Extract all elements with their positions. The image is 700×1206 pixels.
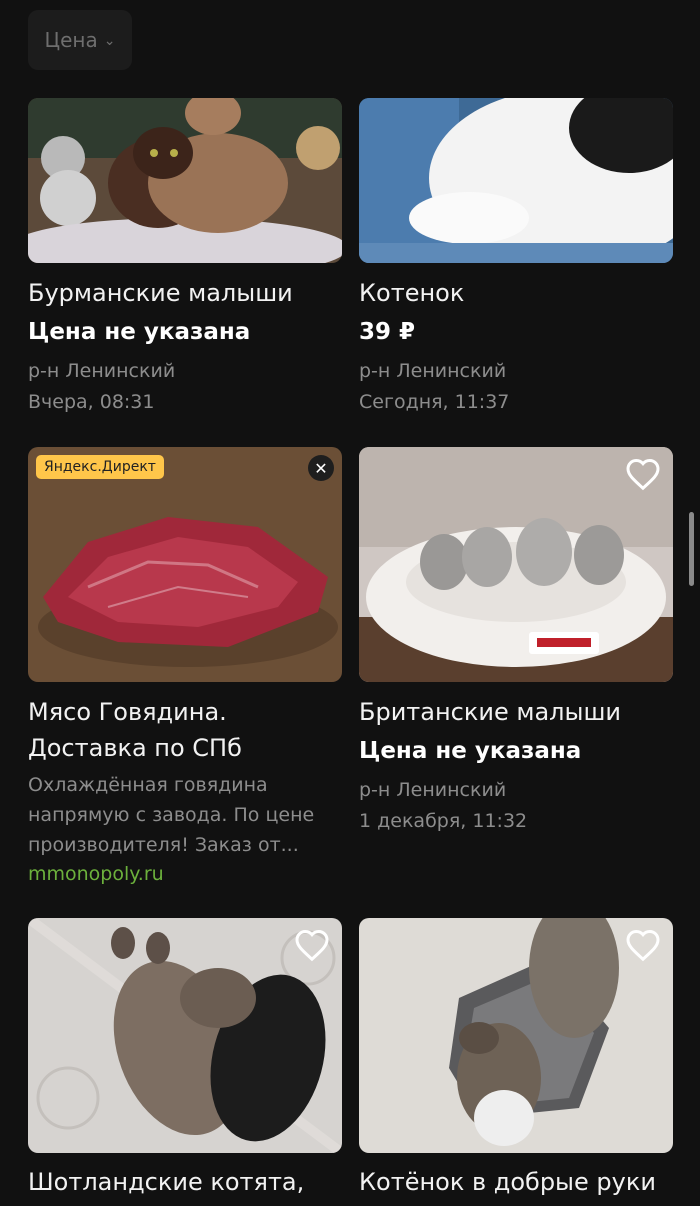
listing-price: 39 ₽ [359, 319, 416, 345]
listing-date: 1 декабря, 11:32 [359, 810, 528, 832]
listing-date: Вчера, 08:31 [28, 391, 155, 413]
ad-title-line2[interactable]: Доставка по СПб [28, 730, 242, 766]
listing-price: Цена не указана [359, 738, 582, 764]
listing-photo[interactable] [28, 918, 342, 1153]
ad-card[interactable]: Яндекс.Директ ✕ Мясо Говядина. Доставка … [28, 447, 342, 887]
close-icon[interactable]: ✕ [308, 455, 334, 481]
listing-card[interactable]: Шотландские котята, [28, 918, 342, 1206]
listing-title[interactable]: Бурманские малыши [28, 275, 293, 311]
chevron-down-icon: ⌄ [103, 33, 116, 49]
ad-description-line3: производителя! Заказ от... [28, 834, 299, 856]
heart-icon[interactable] [294, 928, 330, 962]
ad-badge: Яндекс.Директ [36, 455, 164, 479]
listing-photo[interactable] [359, 98, 673, 263]
listing-title[interactable]: Котенок [359, 275, 464, 311]
price-filter-label: Цена [44, 28, 98, 52]
listing-photo[interactable] [28, 98, 342, 263]
heart-icon[interactable] [625, 457, 661, 491]
ad-description-line1: Охлаждённая говядина [28, 774, 268, 796]
listing-title[interactable]: Британские малыши [359, 694, 621, 730]
listing-photo[interactable] [359, 918, 673, 1153]
ad-link[interactable]: mmonopoly.ru [28, 863, 164, 885]
heart-icon[interactable] [625, 928, 661, 962]
listing-date: Сегодня, 11:37 [359, 391, 510, 413]
ad-title-line1[interactable]: Мясо Говядина. [28, 694, 227, 730]
listing-district: р-н Ленинский [359, 779, 507, 801]
price-filter-button[interactable]: Цена ⌄ [28, 10, 132, 70]
listing-photo[interactable] [359, 447, 673, 682]
listing-title[interactable]: Котёнок в добрые руки [359, 1164, 656, 1200]
listing-district: р-н Ленинский [359, 360, 507, 382]
listing-district: р-н Ленинский [28, 360, 176, 382]
ad-description-line2: напрямую с завода. По цене [28, 804, 315, 826]
listing-title[interactable]: Шотландские котята, [28, 1164, 304, 1200]
listing-card[interactable]: Бурманские малыши Цена не указана р-н Ле… [28, 98, 342, 428]
listing-card[interactable]: Котёнок в добрые руки [359, 918, 673, 1206]
listing-card[interactable]: Котенок 39 ₽ р-н Ленинский Сегодня, 11:3… [359, 98, 673, 428]
scrollbar[interactable] [689, 512, 694, 586]
listing-price: Цена не указана [28, 319, 251, 345]
listing-card[interactable]: Британские малыши Цена не указана р-н Ле… [359, 447, 673, 847]
ad-photo[interactable]: Яндекс.Директ ✕ [28, 447, 342, 682]
